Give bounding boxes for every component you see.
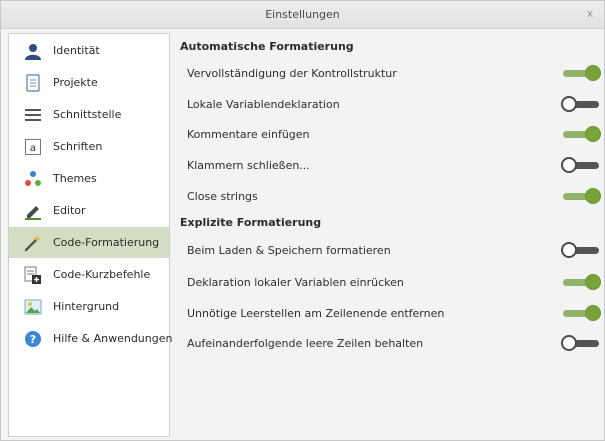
- option-label: Unnötige Leerstellen am Zeilenende entfe…: [187, 307, 445, 320]
- sidebar-item-label: Hilfe & Anwendungen: [53, 332, 173, 345]
- magic-wand-icon: [24, 234, 42, 252]
- sidebar-item-projekte[interactable]: Projekte: [9, 67, 169, 98]
- sidebar-item-code-formatierung[interactable]: Code-Formatierung: [9, 227, 169, 258]
- toggle-switch[interactable]: [561, 305, 601, 321]
- sidebar-item-label: Code-Formatierung: [53, 236, 160, 249]
- toggle-switch[interactable]: [561, 242, 601, 258]
- sidebar-item-label: Identität: [53, 44, 100, 57]
- toggle-switch[interactable]: [561, 126, 601, 142]
- sidebar-item-schnittstelle[interactable]: Schnittstelle: [9, 99, 169, 130]
- close-icon[interactable]: x: [582, 6, 598, 22]
- sidebar-item-label: Editor: [53, 204, 86, 217]
- document-icon: [24, 73, 42, 92]
- option-label: Klammern schließen...: [187, 159, 310, 172]
- option-label: Vervollständigung der Kontrollstruktur: [187, 67, 397, 80]
- sidebar-item-label: Projekte: [53, 76, 98, 89]
- option-label: Beim Laden & Speichern formatieren: [187, 244, 391, 257]
- option-label: Lokale Variablendeklaration: [187, 98, 340, 111]
- sidebar-item-editor[interactable]: Editor: [9, 195, 169, 226]
- svg-text:a: a: [30, 143, 36, 154]
- option-label: Aufeinanderfolgende leere Zeilen behalte…: [187, 337, 424, 350]
- sidebar-item-label: Schriften: [53, 140, 103, 153]
- settings-window: Einstellungen x Identität Projekte Schni…: [0, 0, 605, 441]
- toggle-switch[interactable]: [561, 65, 601, 81]
- settings-sidebar: Identität Projekte Schnittstelle a Schri…: [8, 33, 173, 437]
- toggle-switch[interactable]: [561, 188, 601, 204]
- toggle-switch[interactable]: [561, 157, 601, 173]
- section-title-automatic: Automatische Formatierung: [180, 40, 354, 53]
- sidebar-item-label: Hintergrund: [53, 300, 120, 313]
- option-label: Kommentare einfügen: [187, 128, 310, 141]
- sidebar-item-themes[interactable]: Themes: [9, 163, 169, 194]
- sidebar-item-label: Code-Kurzbefehle: [53, 268, 151, 281]
- option-label: Deklaration lokaler Variablen einrücken: [187, 276, 404, 289]
- font-a-icon: a: [24, 138, 42, 156]
- person-icon: [24, 42, 42, 60]
- title-bar[interactable]: Einstellungen x: [1, 1, 604, 29]
- settings-content: Automatische Formatierung Vervollständig…: [172, 30, 604, 440]
- sidebar-item-hilfe[interactable]: ? Hilfe & Anwendungen: [9, 323, 173, 354]
- option-label: Close strings: [187, 190, 258, 203]
- window-title: Einstellungen: [265, 8, 340, 21]
- menu-lines-icon: [24, 106, 42, 124]
- sidebar-item-code-kurzbefehle[interactable]: Code-Kurzbefehle: [9, 259, 169, 290]
- sidebar-item-hintergrund[interactable]: Hintergrund: [9, 291, 169, 322]
- toggle-switch[interactable]: [561, 274, 601, 290]
- sidebar-item-label: Themes: [53, 172, 97, 185]
- svg-text:?: ?: [30, 333, 36, 346]
- toggle-switch[interactable]: [561, 96, 601, 112]
- sidebar-item-label: Schnittstelle: [53, 108, 122, 121]
- code-add-icon: [24, 266, 42, 284]
- toggle-switch[interactable]: [561, 335, 601, 351]
- sidebar-item-schriften[interactable]: a Schriften: [9, 131, 169, 162]
- palette-dots-icon: [24, 170, 42, 188]
- section-title-explicit: Explizite Formatierung: [180, 216, 322, 229]
- sidebar-item-identitaet[interactable]: Identität: [9, 35, 169, 66]
- image-icon: [24, 298, 42, 316]
- pencil-icon: [24, 202, 42, 220]
- help-icon: ?: [24, 330, 42, 348]
